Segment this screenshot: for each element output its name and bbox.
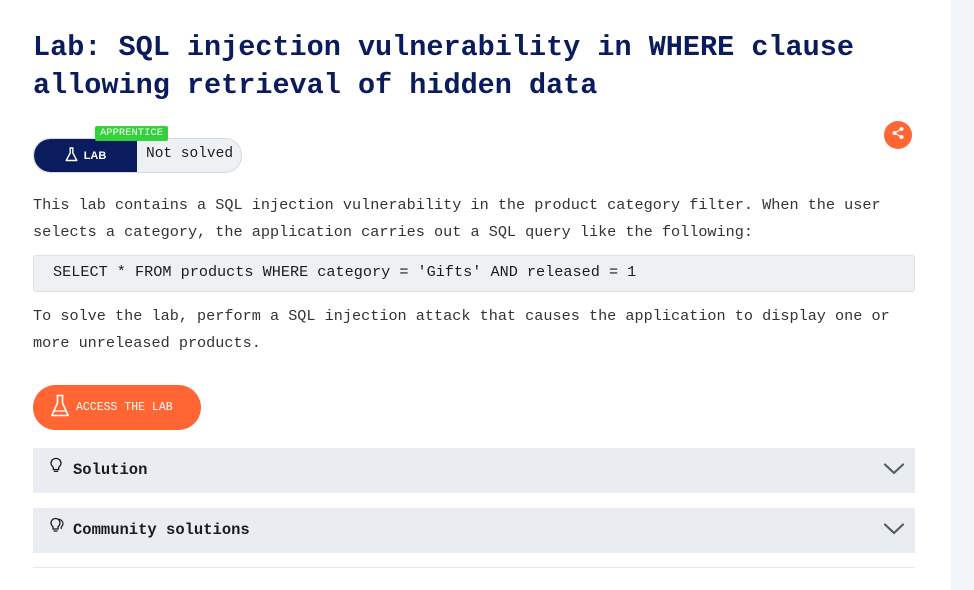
page-title: Lab: SQL injection vulnerability in WHER…	[33, 31, 854, 102]
right-sidebar-edge	[951, 0, 974, 590]
lab-solved-status: Not solved	[146, 146, 234, 162]
solution-accordion[interactable]: Solution	[33, 448, 915, 493]
solution-label: Solution	[73, 461, 148, 479]
flask-icon	[50, 394, 70, 422]
lab-goal: To solve the lab, perform a SQL injectio…	[33, 307, 890, 352]
share-icon	[891, 126, 905, 145]
community-lightbulbs-icon	[49, 517, 65, 539]
lab-type-label: LAB	[83, 149, 107, 162]
lab-type-badge: LAB	[34, 139, 137, 172]
access-lab-button[interactable]: ACCESS THE LAB	[33, 385, 201, 430]
lab-description: This lab contains a SQL injection vulner…	[33, 196, 881, 241]
sql-code-block: SELECT * FROM products WHERE category = …	[33, 255, 915, 292]
lab-status-pill: LAB Not solved	[33, 138, 242, 173]
chevron-down-icon	[883, 462, 905, 481]
lab-page: Lab: SQL injection vulnerability in WHER…	[0, 0, 974, 590]
lightbulb-icon	[49, 457, 63, 479]
community-solutions-accordion[interactable]: Community solutions	[33, 508, 915, 553]
access-lab-label: ACCESS THE LAB	[76, 401, 173, 414]
flask-icon	[65, 146, 78, 165]
section-divider	[33, 567, 915, 568]
share-button[interactable]	[884, 121, 912, 149]
community-solutions-label: Community solutions	[73, 521, 250, 539]
difficulty-badge: APPRENTICE	[95, 126, 169, 141]
chevron-down-icon	[883, 522, 905, 541]
sql-query: SELECT * FROM products WHERE category = …	[53, 263, 637, 281]
